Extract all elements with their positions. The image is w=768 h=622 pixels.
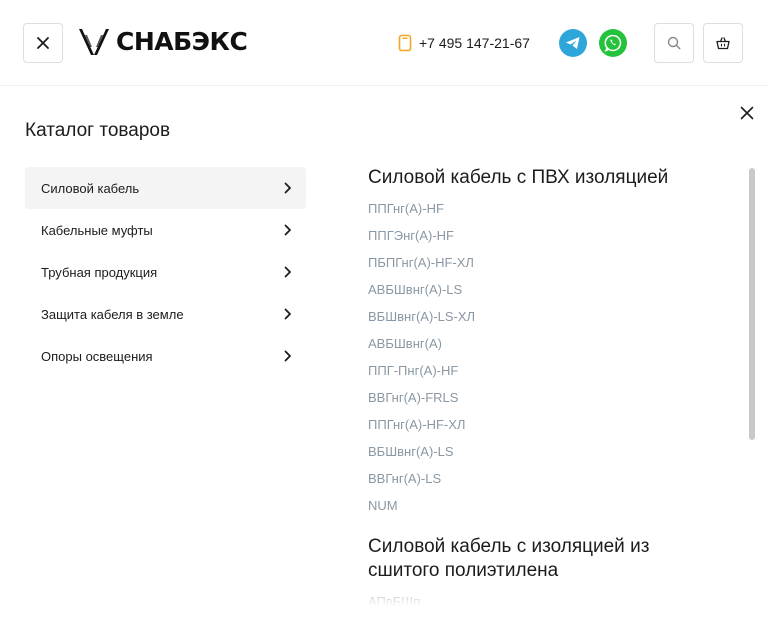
- category-label: Опоры освещения: [41, 348, 153, 364]
- logo[interactable]: СНАБЭКС: [78, 26, 248, 58]
- subcategory-heading[interactable]: Силовой кабель с изоляцией из сшитого по…: [368, 535, 708, 583]
- subcategory-link[interactable]: АВБШвнг(А): [368, 330, 708, 357]
- subcategory-link[interactable]: ППГЭнг(А)-HF: [368, 222, 708, 249]
- subcategory-link[interactable]: ПБПГнг(А)-HF-ХЛ: [368, 249, 708, 276]
- close-catalog-button[interactable]: [737, 103, 757, 123]
- search-icon: [667, 36, 681, 50]
- scrollbar[interactable]: [749, 168, 755, 440]
- close-icon: [37, 37, 49, 49]
- subcategory-link[interactable]: ВБШвнг(А)-LS: [368, 438, 708, 465]
- category-label: Кабельные муфты: [41, 222, 153, 238]
- telegram-icon: [566, 37, 580, 49]
- whatsapp-icon: [604, 34, 622, 52]
- catalog-title: Каталог товаров: [25, 120, 171, 141]
- category-item-cable-joints[interactable]: Кабельные муфты: [25, 209, 306, 251]
- category-list: Силовой кабель Кабельные муфты Трубная п…: [25, 167, 306, 377]
- category-item-power-cable[interactable]: Силовой кабель: [25, 167, 306, 209]
- cart-icon: [716, 36, 730, 49]
- category-item-lighting-poles[interactable]: Опоры освещения: [25, 335, 306, 377]
- phone-number[interactable]: +7 495 147-21-67: [419, 33, 530, 53]
- search-button[interactable]: [654, 23, 694, 63]
- subcategory-link[interactable]: ППГ-Пнг(А)-HF: [368, 357, 708, 384]
- whatsapp-button[interactable]: [599, 29, 627, 57]
- subcategory-panel: Силовой кабель с ПВХ изоляцией ППГнг(А)-…: [368, 166, 708, 606]
- cart-button[interactable]: [703, 23, 743, 63]
- telegram-button[interactable]: [559, 29, 587, 57]
- close-icon: [740, 106, 754, 120]
- subcategory-link[interactable]: ВВГнг(А)-LS: [368, 465, 708, 492]
- chevron-right-icon: [284, 266, 291, 278]
- subcategory-link[interactable]: NUM: [368, 492, 708, 519]
- subcategory-link[interactable]: ППГнг(А)-HF-ХЛ: [368, 411, 708, 438]
- subcategory-link[interactable]: ППГнг(А)-HF: [368, 195, 708, 222]
- subcategory-link[interactable]: АПвБШп: [368, 588, 708, 606]
- scrollbar-thumb[interactable]: [749, 168, 755, 440]
- subcategory-link[interactable]: ВБШвнг(А)-LS-ХЛ: [368, 303, 708, 330]
- subcategory-link[interactable]: АВБШвнг(А)-LS: [368, 276, 708, 303]
- chevron-right-icon: [284, 350, 291, 362]
- subcategory-heading[interactable]: Силовой кабель с ПВХ изоляцией: [368, 166, 708, 190]
- category-item-pipes[interactable]: Трубная продукция: [25, 251, 306, 293]
- category-item-cable-protection[interactable]: Защита кабеля в земле: [25, 293, 306, 335]
- category-label: Силовой кабель: [41, 180, 140, 196]
- phone-contact[interactable]: +7 495 147-21-67: [398, 33, 530, 53]
- chevron-right-icon: [284, 182, 291, 194]
- logo-icon: [79, 29, 109, 55]
- category-label: Трубная продукция: [41, 264, 158, 280]
- chevron-right-icon: [284, 308, 291, 320]
- phone-icon: [398, 34, 412, 52]
- site-header: СНАБЭКС +7 495 147-21-67: [0, 0, 768, 86]
- chevron-right-icon: [284, 224, 291, 236]
- logo-text: СНАБЭКС: [116, 27, 248, 56]
- close-menu-button[interactable]: [23, 23, 63, 63]
- category-label: Защита кабеля в земле: [41, 306, 184, 322]
- subcategory-link[interactable]: ВВГнг(А)-FRLS: [368, 384, 708, 411]
